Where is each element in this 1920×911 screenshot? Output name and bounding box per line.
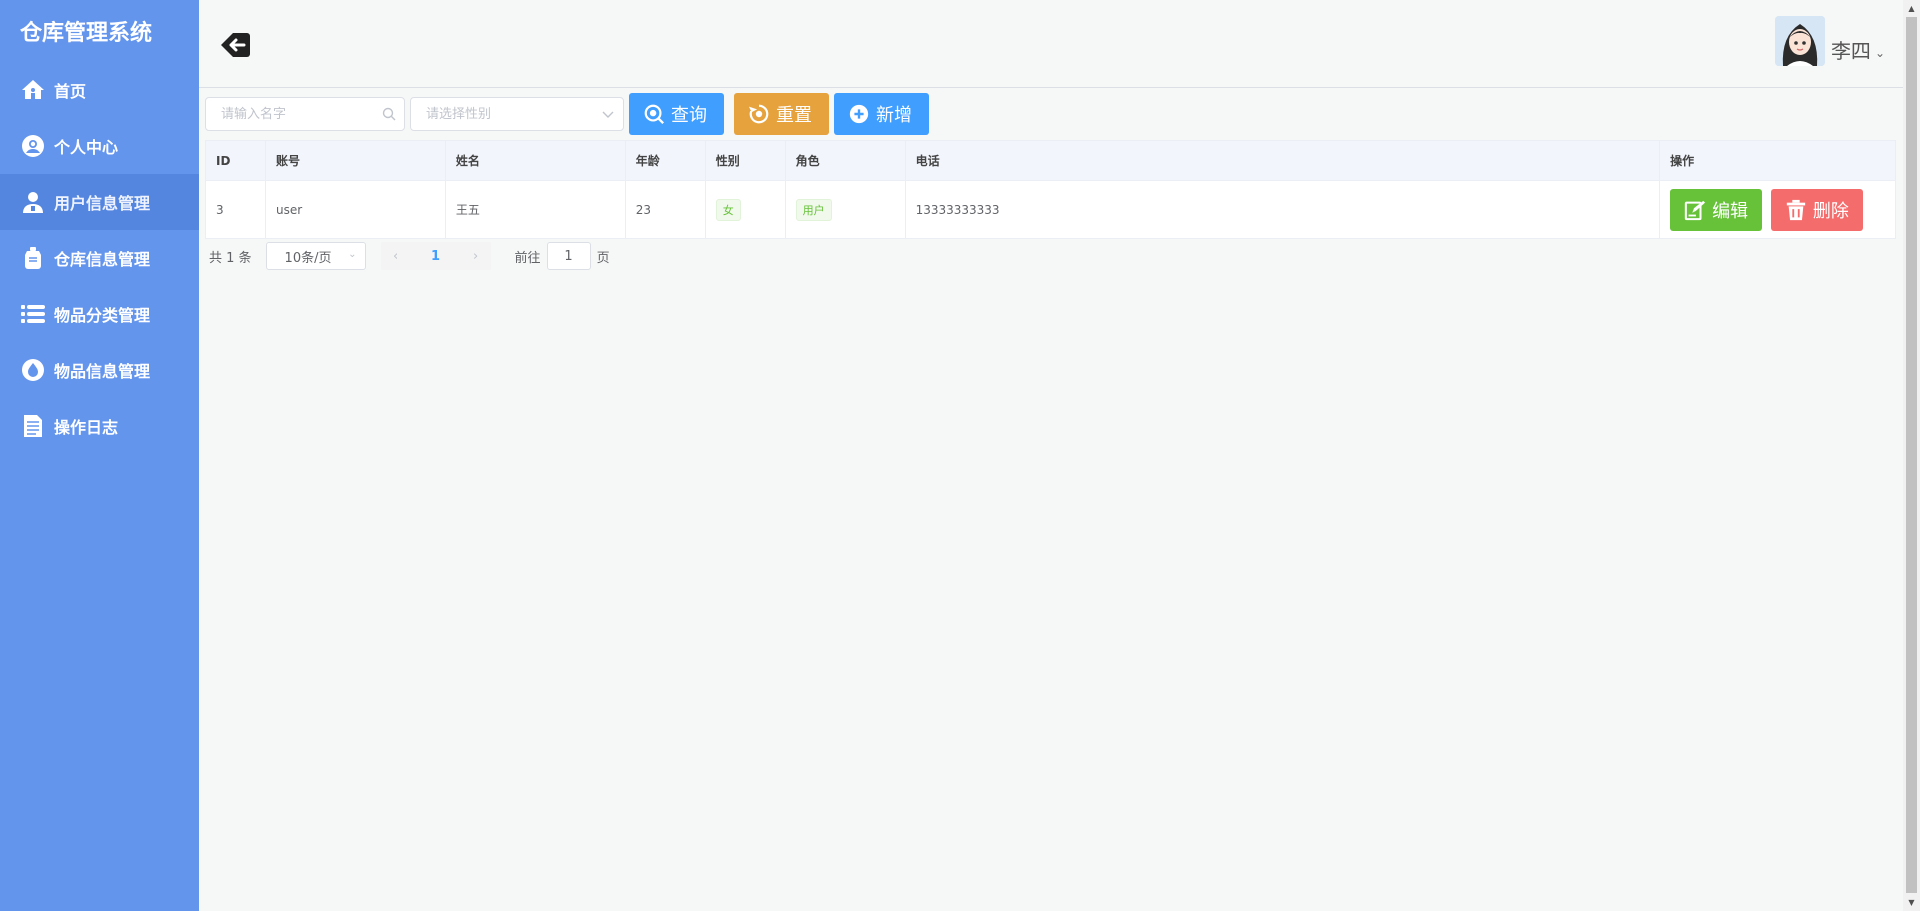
sidebar-item-goods[interactable]: 物品信息管理	[0, 342, 199, 398]
user-menu[interactable]: 李四 ⌄	[1774, 16, 1885, 66]
pagination-spacer	[450, 242, 461, 270]
chevron-down-icon	[602, 111, 614, 118]
top-header: 李四 ⌄	[199, 0, 1903, 88]
add-icon	[849, 104, 869, 124]
user-icon	[20, 189, 46, 215]
scroll-down-icon[interactable]: ▼	[1903, 894, 1920, 911]
sidebar-item-label: 用户信息管理	[54, 194, 151, 213]
avatar	[1774, 16, 1825, 66]
goto-prefix: 前往	[514, 250, 541, 266]
sidebar-item-category[interactable]: 物品分类管理	[0, 286, 199, 342]
scroll-up-icon[interactable]: ▲	[1903, 0, 1920, 17]
add-button-label: 新增	[876, 105, 912, 126]
sidebar: 仓库管理系统 首页 个人中心 用户信息管理 仓库信息管理 物品分类管理 物品信息…	[0, 0, 199, 911]
column-header-role: 角色	[785, 140, 906, 181]
list-icon	[20, 301, 46, 327]
reset-button-label: 重置	[776, 105, 812, 126]
cell-id: 3	[205, 180, 266, 239]
vertical-scrollbar[interactable]: ▲ ▼	[1903, 0, 1920, 911]
trash-icon	[1786, 199, 1806, 220]
sidebar-item-label: 物品信息管理	[54, 362, 151, 381]
page-size-value: 10条/页	[284, 250, 332, 266]
search-icon	[644, 104, 665, 125]
cell-name: 王五	[445, 180, 626, 239]
name-search-input[interactable]	[206, 98, 404, 130]
cell-phone: 13333333333	[905, 180, 1661, 239]
sidebar-item-log[interactable]: 操作日志	[0, 398, 199, 454]
delete-button[interactable]: 删除	[1770, 188, 1863, 231]
cell-role: 用户	[785, 180, 906, 239]
sidebar-item-warehouse[interactable]: 仓库信息管理	[0, 230, 199, 286]
table-row: 3 user 王五 23 女 用户 13333333333 编辑 删除	[205, 180, 1896, 239]
delete-button-label: 删除	[1812, 200, 1849, 222]
home-icon	[20, 77, 46, 103]
chevron-down-icon: ⌄	[348, 249, 357, 260]
warehouse-icon	[20, 245, 46, 271]
edit-icon	[1684, 200, 1706, 220]
page-number-1[interactable]: 1	[420, 242, 451, 270]
user-table: ID 账号 姓名 年龄 性别 角色 电话 操作 3 user 王五 23 女 用…	[205, 140, 1896, 239]
query-button[interactable]: 查询	[629, 93, 724, 135]
document-icon	[20, 413, 46, 439]
gender-select-input[interactable]	[411, 98, 623, 130]
cell-gender: 女	[705, 180, 786, 239]
search-icon	[382, 107, 396, 121]
app-title: 仓库管理系统	[20, 21, 153, 46]
sidebar-item-home[interactable]: 首页	[0, 62, 199, 118]
reset-button[interactable]: 重置	[734, 93, 829, 135]
page-size-select[interactable]: 10条/页 ⌄	[265, 242, 366, 270]
cell-account: user	[265, 180, 446, 239]
role-tag: 用户	[795, 198, 832, 221]
sidebar-item-label: 操作日志	[54, 418, 119, 437]
collapse-sidebar-icon[interactable]	[218, 28, 252, 62]
sidebar-item-label: 个人中心	[54, 138, 119, 157]
prev-page-button[interactable]: ‹	[380, 242, 411, 270]
sidebar-item-label: 物品分类管理	[54, 306, 151, 325]
sidebar-item-label: 仓库信息管理	[54, 250, 151, 269]
edit-button-label: 编辑	[1712, 200, 1749, 222]
username: 李四	[1830, 39, 1871, 63]
refresh-icon	[748, 104, 769, 124]
sidebar-item-label: 首页	[54, 82, 87, 101]
chevron-down-icon: ⌄	[1874, 46, 1885, 60]
search-toolbar: 查询 重置 新增	[205, 93, 929, 135]
next-page-button[interactable]: ›	[460, 242, 491, 270]
column-header-id: ID	[205, 140, 266, 181]
gender-select[interactable]	[410, 97, 624, 131]
gender-tag: 女	[715, 198, 741, 221]
pagination-total: 共 1 条	[209, 250, 252, 266]
pagination: 共 1 条 10条/页 ⌄ ‹ 1 › 前往 页	[209, 242, 610, 270]
column-header-phone: 电话	[905, 140, 1661, 181]
add-button[interactable]: 新增	[834, 93, 929, 135]
goto-page-input[interactable]	[546, 242, 591, 270]
column-header-age: 年龄	[625, 140, 706, 181]
column-header-actions: 操作	[1659, 140, 1896, 181]
sidebar-item-user-management[interactable]: 用户信息管理	[0, 174, 199, 230]
column-header-gender: 性别	[705, 140, 786, 181]
cell-actions: 编辑 删除	[1659, 180, 1896, 239]
pagination-spacer	[410, 242, 421, 270]
column-header-name: 姓名	[445, 140, 626, 181]
name-search-field	[205, 97, 405, 131]
drop-icon	[20, 357, 46, 383]
edit-button[interactable]: 编辑	[1670, 188, 1763, 231]
scroll-thumb[interactable]	[1906, 17, 1917, 893]
table-header-row: ID 账号 姓名 年龄 性别 角色 电话 操作	[205, 140, 1896, 181]
goto-suffix: 页	[596, 250, 610, 266]
query-button-label: 查询	[671, 105, 707, 126]
cell-age: 23	[625, 180, 706, 239]
profile-icon	[20, 133, 46, 159]
column-header-account: 账号	[265, 140, 446, 181]
sidebar-item-profile[interactable]: 个人中心	[0, 118, 199, 174]
